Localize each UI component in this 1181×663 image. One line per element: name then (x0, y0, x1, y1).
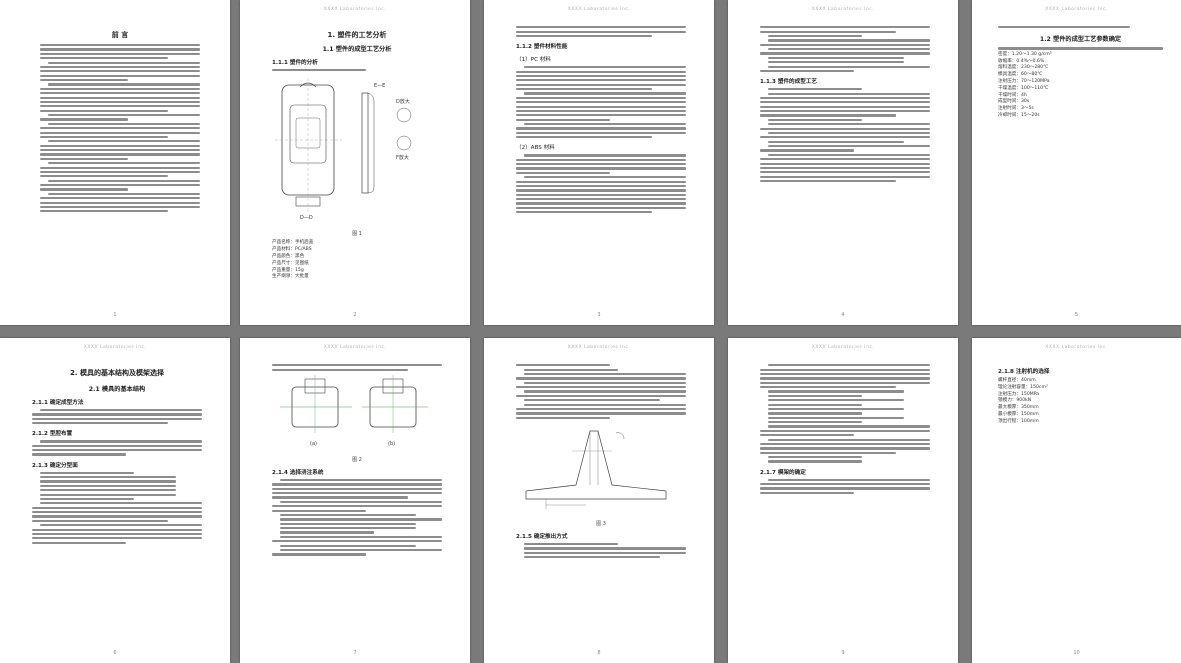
spec-line: 产品尺寸：见图纸 (272, 260, 309, 266)
page-10: XXXX Laboratories Inc. 2.1.8 注射机的选择 螺杆直径… (972, 338, 1181, 663)
caption-a: (a) (310, 441, 317, 447)
figure-caption: 图 1 (352, 231, 362, 238)
spec-line: 产品颜色：黑色 (272, 253, 305, 259)
page-number: 4 (841, 312, 845, 318)
page-header: XXXX Laboratories Inc. (323, 7, 387, 12)
material-title: （2）ABS 材料 (516, 145, 555, 152)
view-label-f: F放大 (396, 154, 409, 161)
section-title: 1.1 塑件的成型工艺分析 (322, 46, 392, 53)
spec-line: 最大模厚：350mm (998, 405, 1039, 411)
view-label-e: E—E (374, 83, 385, 89)
chapter-title: 1. 塑件的工艺分析 (327, 31, 387, 39)
spec-line: 理论注射容量：150cm³ (998, 384, 1048, 390)
spec-line: 螺杆直径：40mm (998, 378, 1036, 383)
section-title: 2.1 模具的基本结构 (88, 386, 146, 393)
page-header: XXXX Laboratories Inc. (83, 345, 147, 350)
chapter-title: 2. 模具的基本结构及模架选择 (70, 369, 164, 377)
page-header: XXXX Laboratories Inc. (567, 7, 631, 12)
spec-line: 生产纲领：大批量 (272, 274, 309, 280)
subsection-title: 2.1.3 确定分型面 (32, 462, 78, 469)
view-label-dd: D—D (300, 215, 313, 221)
subsection-title: 2.1.4 选择浇注系统 (272, 469, 324, 476)
subsection-title: 2.1.8 注射机的选择 (998, 369, 1050, 375)
subsection-title: 2.1.5 确定推出方式 (516, 534, 568, 541)
spec-line: 最小模厚：150mm (998, 411, 1039, 417)
page-4: XXXX Laboratories Inc. 1.1.3 塑件的成型工艺 4 (728, 0, 958, 325)
param-line: 注射时间：3～5s (998, 106, 1034, 112)
subsection-title: 2.1.7 模架的确定 (760, 469, 806, 476)
view-label-d: D放大 (396, 98, 410, 105)
figure-caption: 图 2 (352, 456, 362, 463)
param-line: 冷却时间：15～20s (998, 112, 1040, 118)
page-number: 7 (353, 650, 357, 656)
param-line: 注射压力：70～120MPa (998, 78, 1050, 84)
param-line: 模具温度：60～80℃ (998, 72, 1043, 78)
page-header: XXXX Laboratories Inc. (811, 345, 875, 350)
page-1: 前 言 1 (0, 0, 230, 325)
section-title: 1.2 塑件的成型工艺参数确定 (1039, 36, 1122, 44)
page-number: 3 (597, 312, 601, 318)
page-8: XXXX Laboratories Inc. 图 3 2.1.5 确定推出方式 … (484, 338, 714, 663)
subsection-title: 2.1.2 型腔布置 (32, 431, 73, 438)
ejector-drawing (525, 430, 667, 510)
page-header: XXXX Laboratories Inc. (811, 7, 875, 12)
subsection-title: 2.1.1 确定成型方法 (32, 400, 84, 406)
page-7: XXXX Laboratories Inc. (a) (b) 图 2 2.1.4… (240, 338, 470, 663)
subsection-title: 1.1.2 塑件材料性能 (516, 44, 568, 51)
page-header: XXXX Laboratories Inc. (323, 345, 387, 350)
page-9: XXXX Laboratories Inc. 2.1.7 模架的确定 9 (728, 338, 958, 663)
parting-surface-drawing: (a) (b) (280, 374, 428, 447)
spec-line: 产品材料：PC/ABS (272, 247, 312, 253)
figure-caption: 图 3 (596, 521, 606, 528)
spec-line: 顶出行程：100mm (998, 418, 1039, 424)
page-3: XXXX Laboratories Inc. 1.1.2 塑件材料性能 （1）P… (484, 0, 714, 325)
page-2: XXXX Laboratories Inc. 1. 塑件的工艺分析 1.1 塑件… (240, 0, 470, 325)
subsection-title: 1.1.1 塑件的分析 (272, 60, 318, 66)
material-title: （1）PC 材料 (516, 57, 551, 64)
page-header: XXXX Laboratories Inc. (1045, 345, 1108, 350)
page-number: 5 (1074, 312, 1079, 318)
param-line: 密度：1.20～1.30 g/cm³ (998, 51, 1052, 57)
page-6: XXXX Laboratories Inc. 2. 模具的基本结构及模架选择 2… (0, 338, 230, 663)
page-header: XXXX Laboratories Inc. (1045, 7, 1108, 12)
part-drawing: E—E D放大 F放大 D—D (275, 78, 412, 221)
page-number: 8 (597, 650, 601, 656)
caption-b: (b) (388, 441, 395, 447)
page-1-content: 前 言 (40, 24, 200, 309)
page-number: 6 (113, 650, 117, 656)
subsection-title: 1.1.3 塑件的成型工艺 (760, 79, 818, 86)
page-header: XXXX Laboratories Inc. (567, 345, 631, 350)
page-1-title: 前 言 (111, 31, 129, 39)
page-number: 1 (113, 312, 117, 318)
page-number: 9 (841, 650, 845, 656)
param-line: 干燥温度：100～110℃ (998, 85, 1049, 91)
page-number: 2 (353, 312, 357, 318)
page-number: 10 (1073, 650, 1080, 656)
page-5: XXXX Laboratories Inc. 1.2 塑件的成型工艺参数确定 密… (972, 0, 1181, 325)
